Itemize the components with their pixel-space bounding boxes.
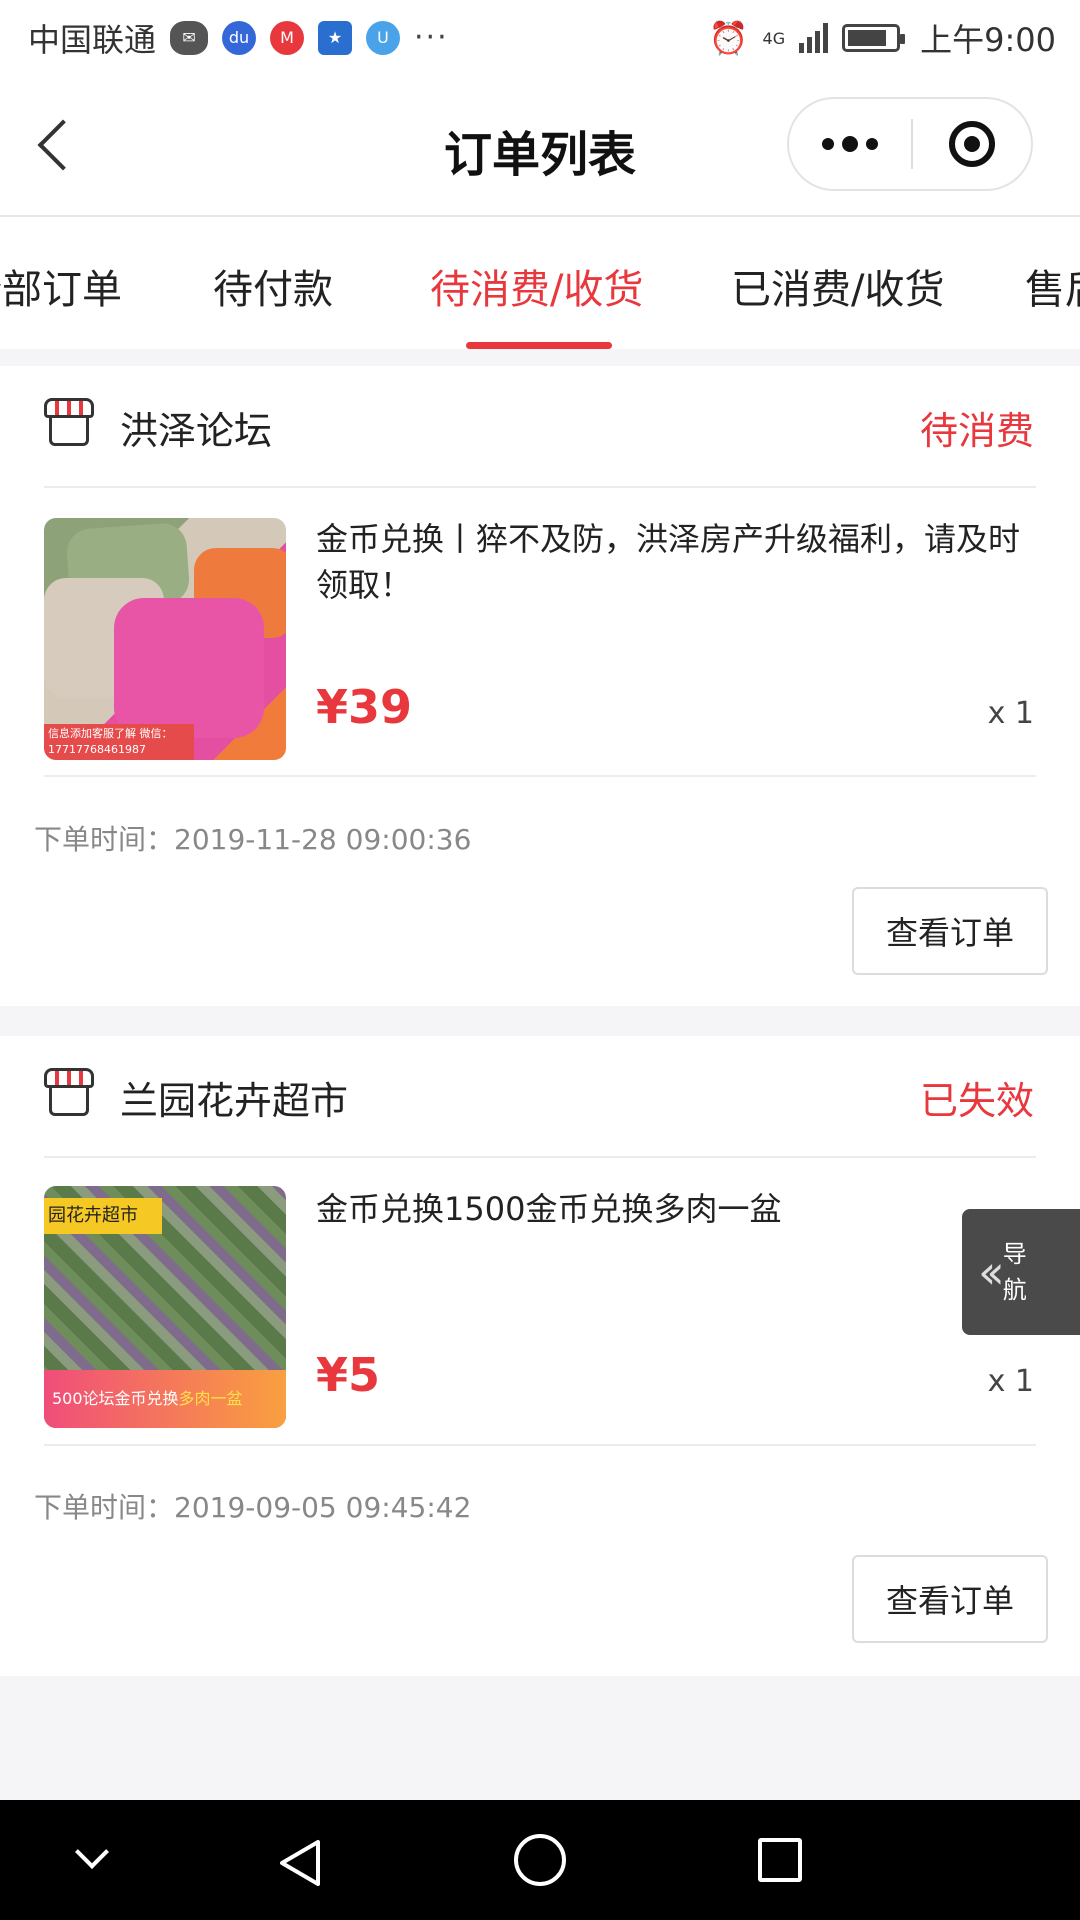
app-icon: ★ [318, 20, 353, 55]
close-button[interactable] [913, 99, 1031, 189]
close-target-icon [949, 121, 995, 167]
system-back-icon[interactable] [278, 1838, 324, 1888]
system-recents-icon[interactable] [758, 1838, 802, 1882]
status-bar: 中国联通 ✉ du M ★ U ··· ⏰ 4G 上午9:00 [0, 0, 1080, 75]
divider [44, 486, 1036, 488]
store-icon [44, 398, 94, 446]
order-time: 下单时间：2019-11-28 09:00:36 [34, 818, 471, 858]
signal-icon [799, 22, 829, 53]
view-order-button[interactable]: 查看订单 [852, 887, 1048, 975]
system-nav-bar [0, 1800, 1080, 1920]
wechat-icon: ✉ [170, 20, 209, 55]
product-price: ¥5 [316, 1348, 381, 1402]
status-right: ⏰ 4G 上午9:00 [709, 15, 1056, 61]
view-order-button[interactable]: 查看订单 [852, 1555, 1048, 1643]
hide-nav-icon[interactable] [70, 1838, 110, 1878]
tab-after-sales[interactable]: 售后 [1025, 257, 1080, 315]
system-home-icon[interactable] [514, 1834, 566, 1886]
alarm-icon: ⏰ [708, 18, 749, 57]
order-time-label: 下单时间： [34, 823, 175, 856]
status-left: 中国联通 ✉ du M ★ U ··· [28, 15, 449, 61]
product-price: ¥39 [316, 680, 413, 734]
product-quantity: x 1 [987, 1364, 1034, 1399]
metro-icon: M [270, 20, 305, 55]
order-time-value: 2019-11-28 09:00:36 [174, 823, 472, 856]
store-icon [44, 1068, 94, 1116]
divider [44, 775, 1036, 777]
product-thumbnail[interactable]: 园花卉超市 500论坛金币兑换多肉一盆 [44, 1186, 286, 1428]
order-time-label: 下单时间： [34, 1491, 175, 1524]
shop-row[interactable]: 洪泽论坛 待消费 [0, 366, 1080, 484]
thumbnail-banner: 园花卉超市 [44, 1198, 162, 1234]
baidu-icon: du [222, 20, 257, 55]
product-quantity: x 1 [987, 696, 1034, 731]
shop-name: 洪泽论坛 [120, 409, 273, 453]
divider [44, 1444, 1036, 1446]
more-dot-icon [866, 138, 878, 150]
order-card: 兰园花卉超市 已失效 园花卉超市 500论坛金币兑换多肉一盆 金币兑换1500金… [0, 1036, 1080, 1676]
product-thumbnail[interactable]: 信息添加客服了解 微信：17717768461987 [44, 518, 286, 760]
more-notifications: ··· [414, 20, 449, 55]
thumbnail-caption: 信息添加客服了解 微信：17717768461987 [44, 724, 194, 760]
tab-to-consume[interactable]: 待消费/收货 [430, 257, 643, 315]
shop-name: 兰园花卉超市 [120, 1079, 349, 1123]
order-tabs: 全部订单 待付款 待消费/收货 已消费/收货 售后 [0, 217, 1080, 349]
uc-icon: U [366, 20, 401, 55]
nav-bar: 订单列表 [0, 75, 1080, 217]
more-button[interactable] [789, 99, 911, 189]
more-dot-icon [842, 136, 858, 152]
divider [44, 1156, 1036, 1158]
shop-row[interactable]: 兰园花卉超市 已失效 [0, 1036, 1080, 1154]
order-status: 已失效 [919, 1079, 1034, 1123]
order-time: 下单时间：2019-09-05 09:45:42 [34, 1486, 471, 1526]
tab-consumed[interactable]: 已消费/收货 [731, 257, 944, 315]
tab-active-indicator [466, 342, 612, 349]
double-chevron-left-icon: ‹‹ [978, 1245, 1005, 1299]
product-name[interactable]: 金币兑换1500金币兑换多肉一盆 [316, 1186, 1040, 1232]
product-name[interactable]: 金币兑换丨猝不及防，洪泽房产升级福利，请及时领取！ [316, 516, 1040, 608]
carrier-label: 中国联通 [28, 20, 157, 59]
order-time-value: 2019-09-05 09:45:42 [174, 1491, 472, 1524]
floating-nav-label: 导航 [1002, 1240, 1027, 1304]
tab-all-orders[interactable]: 全部订单 [0, 257, 122, 315]
order-status: 待消费 [919, 409, 1034, 453]
more-dot-icon [822, 138, 834, 150]
network-label: 4G [762, 28, 786, 48]
thumbnail-footer: 500论坛金币兑换多肉一盆 [44, 1370, 286, 1428]
clock-label: 上午9:00 [920, 20, 1056, 59]
miniprogram-capsule [787, 97, 1033, 191]
battery-icon [842, 23, 906, 52]
tab-pending-payment[interactable]: 待付款 [213, 257, 333, 315]
order-card: 洪泽论坛 待消费 信息添加客服了解 微信：17717768461987 金币兑换… [0, 366, 1080, 1006]
floating-nav-button[interactable]: ‹‹ 导航 [962, 1209, 1080, 1335]
